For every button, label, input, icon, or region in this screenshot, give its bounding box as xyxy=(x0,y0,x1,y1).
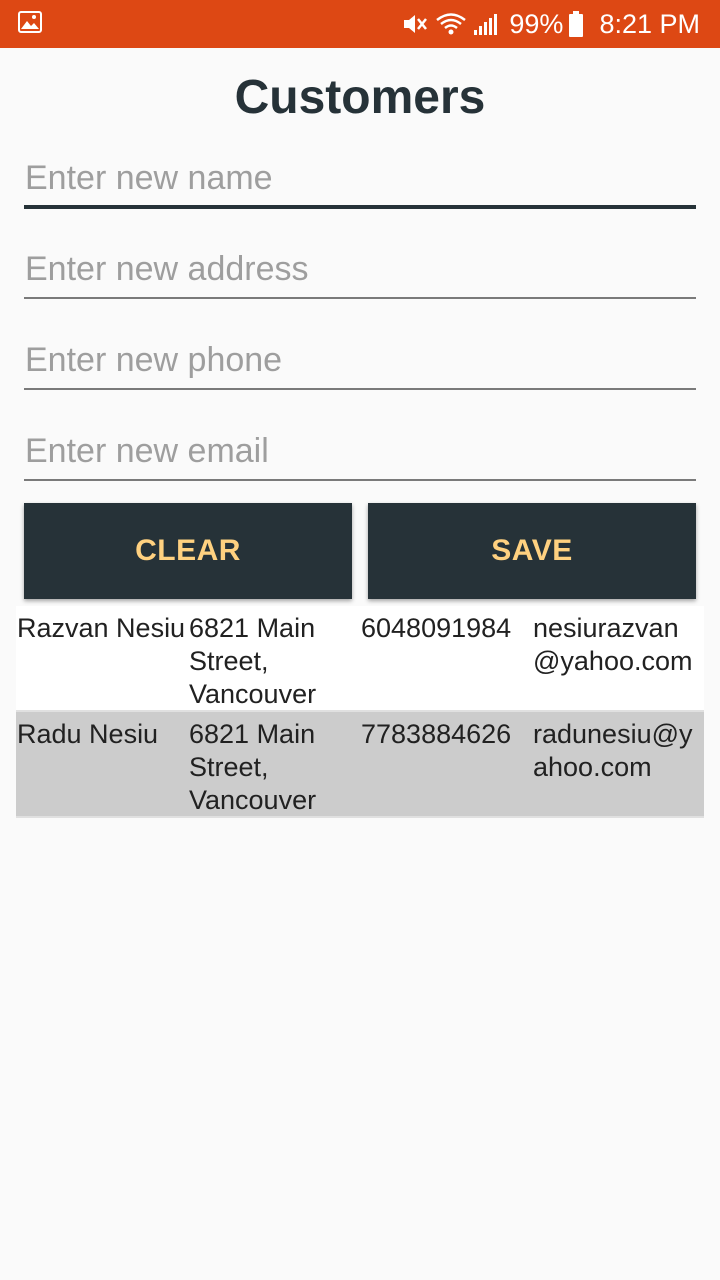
phone-input[interactable] xyxy=(24,334,696,386)
email-field-wrapper xyxy=(24,425,696,481)
address-field-wrapper xyxy=(24,243,696,299)
address-underline xyxy=(24,297,696,299)
mute-icon xyxy=(401,11,429,37)
signal-icon xyxy=(473,12,499,36)
address-input[interactable] xyxy=(24,243,696,295)
battery-icon xyxy=(569,11,584,37)
customer-email: nesiurazvan@yahoo.com xyxy=(533,613,693,676)
page-title: Customers xyxy=(234,71,486,124)
table-row[interactable]: Razvan Nesiu 6821 Main Street, Vancouver… xyxy=(16,606,704,712)
phone-underline xyxy=(24,388,696,390)
customer-name: Razvan Nesiu xyxy=(17,613,186,643)
status-time: 8:21 PM xyxy=(599,8,700,39)
email-input[interactable] xyxy=(24,425,696,477)
name-field-wrapper xyxy=(24,152,696,209)
status-icons: 99% 8:21 PM xyxy=(401,0,700,48)
image-icon xyxy=(18,11,42,33)
customer-email: radunesiu@yahoo.com xyxy=(533,719,693,782)
battery-percent: 99% xyxy=(509,8,564,39)
name-input[interactable] xyxy=(24,152,696,204)
status-bar: 99% 8:21 PM xyxy=(0,0,720,48)
customer-table: Razvan Nesiu 6821 Main Street, Vancouver… xyxy=(16,606,704,818)
email-underline xyxy=(24,479,696,481)
save-button[interactable]: SAVE xyxy=(368,503,696,599)
customer-address: 6821 Main Street, Vancouver xyxy=(189,719,317,815)
customer-address: 6821 Main Street, Vancouver xyxy=(189,613,317,709)
table-row[interactable]: Radu Nesiu 6821 Main Street, Vancouver 7… xyxy=(16,712,704,818)
name-underline xyxy=(24,205,696,209)
customer-phone: 7783884626 xyxy=(361,719,512,749)
clear-button[interactable]: CLEAR xyxy=(24,503,352,599)
customer-phone: 6048091984 xyxy=(361,613,512,643)
phone-field-wrapper xyxy=(24,334,696,390)
wifi-icon xyxy=(435,11,467,37)
customer-name: Radu Nesiu xyxy=(17,719,159,749)
